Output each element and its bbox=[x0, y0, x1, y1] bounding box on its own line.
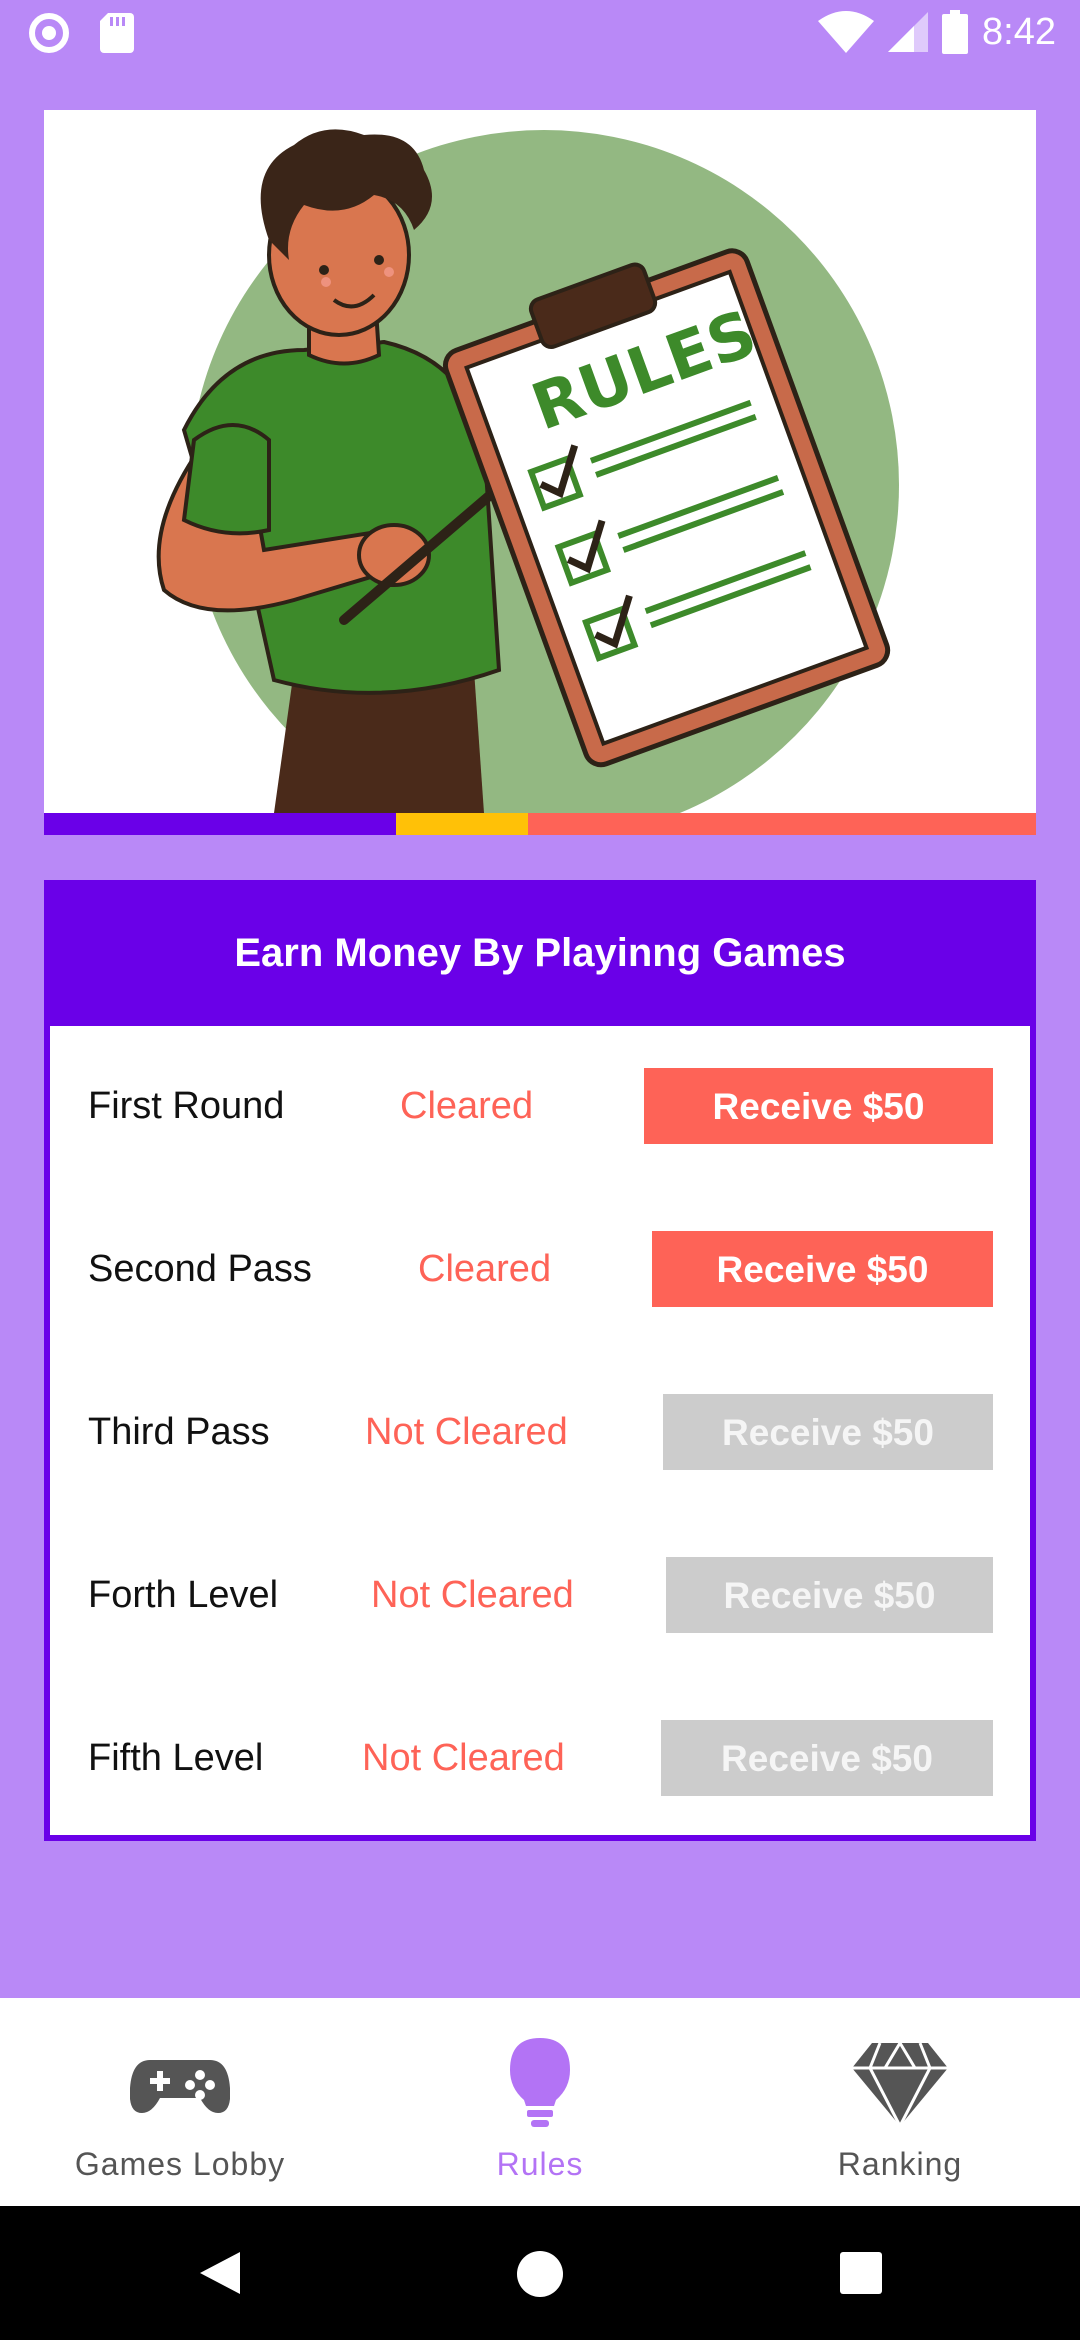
reward-row-forth-level: Forth Level Not Cleared Receive $50 bbox=[50, 1557, 1030, 1633]
receive-button-fifth-level[interactable]: Receive $50 bbox=[661, 1720, 993, 1796]
nav-item-rules[interactable]: Rules bbox=[360, 1998, 720, 2206]
reward-row-second-pass: Second Pass Cleared Receive $50 bbox=[50, 1231, 1030, 1307]
banner-stripe bbox=[44, 813, 1036, 835]
row-label: Third Pass bbox=[88, 1411, 270, 1453]
stripe-red bbox=[528, 813, 1036, 835]
receive-button-forth-level[interactable]: Receive $50 bbox=[666, 1557, 993, 1633]
receive-button-third-pass[interactable]: Receive $50 bbox=[663, 1394, 993, 1470]
sd-card-icon bbox=[100, 13, 134, 53]
receive-button-second-pass[interactable]: Receive $50 bbox=[652, 1231, 993, 1307]
status-bar: 8:42 bbox=[0, 0, 1080, 66]
system-nav-bar bbox=[0, 2206, 1080, 2340]
row-label: Second Pass bbox=[88, 1248, 312, 1290]
clock: 8:42 bbox=[982, 10, 1056, 53]
row-status: Cleared bbox=[400, 1085, 534, 1127]
rewards-list: First Round Cleared Receive $50 Second P… bbox=[50, 1026, 1030, 1835]
row-label: Forth Level bbox=[88, 1574, 279, 1616]
reward-row-fifth-level: Fifth Level Not Cleared Receive $50 bbox=[50, 1720, 1030, 1796]
battery-icon bbox=[942, 10, 969, 54]
reward-row-first-round: First Round Cleared Receive $50 bbox=[50, 1068, 1030, 1144]
card-title: Earn Money By Playinng Games bbox=[234, 930, 846, 975]
signal-icon bbox=[888, 12, 929, 52]
nav-label: Games Lobby bbox=[74, 2146, 286, 2182]
stripe-purple bbox=[44, 813, 396, 835]
nav-label: Rules bbox=[496, 2146, 584, 2182]
recents-icon[interactable] bbox=[840, 2252, 882, 2294]
back-icon[interactable] bbox=[196, 2250, 242, 2296]
row-status: Not Cleared bbox=[362, 1737, 565, 1779]
rewards-card: Earn Money By Playinng Games First Round… bbox=[44, 880, 1036, 1841]
rules-illustration: RULES bbox=[44, 110, 1036, 813]
row-label: Fifth Level bbox=[88, 1737, 264, 1779]
row-label: First Round bbox=[88, 1085, 285, 1127]
row-status: Cleared bbox=[418, 1248, 552, 1290]
circle-notification-icon bbox=[29, 13, 69, 53]
receive-button-first-round[interactable]: Receive $50 bbox=[644, 1068, 993, 1144]
gamepad-icon bbox=[130, 2060, 230, 2113]
row-status: Not Cleared bbox=[371, 1574, 574, 1616]
home-icon[interactable] bbox=[516, 2250, 564, 2298]
nav-item-games-lobby[interactable]: Games Lobby bbox=[0, 1998, 360, 2206]
stripe-yellow bbox=[396, 813, 528, 835]
reward-row-third-pass: Third Pass Not Cleared Receive $50 bbox=[50, 1394, 1030, 1470]
lightbulb-icon bbox=[510, 2038, 570, 2127]
rules-banner: RULES bbox=[44, 110, 1036, 813]
bottom-navigation: Games Lobby Rules Ranking bbox=[0, 1998, 1080, 2206]
row-status: Not Cleared bbox=[365, 1411, 568, 1453]
card-header: Earn Money By Playinng Games bbox=[44, 880, 1036, 1026]
nav-item-ranking[interactable]: Ranking bbox=[720, 1998, 1080, 2206]
wifi-icon bbox=[818, 11, 875, 53]
diamond-icon bbox=[852, 2042, 948, 2128]
nav-label: Ranking bbox=[837, 2146, 963, 2182]
